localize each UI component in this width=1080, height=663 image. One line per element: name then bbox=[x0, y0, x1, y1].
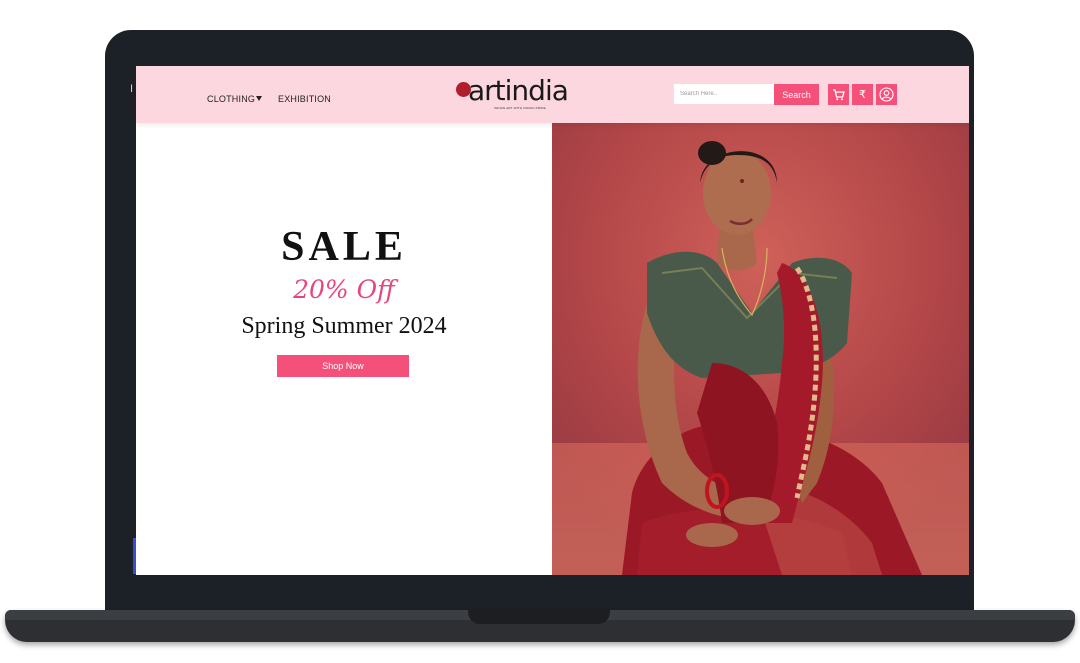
browser-screen: CLOTHING EXHIBITION artindia INDIAN ART … bbox=[136, 66, 969, 575]
sale-title: SALE bbox=[281, 224, 407, 270]
nav-clothing[interactable]: CLOTHING bbox=[207, 94, 263, 104]
hero-banner: SALE 20% Off Spring Summer 2024 Shop Now bbox=[136, 123, 552, 575]
season-text: Spring Summer 2024 bbox=[241, 313, 447, 339]
site-header: CLOTHING EXHIBITION artindia INDIAN ART … bbox=[136, 66, 969, 123]
side-marker: I bbox=[130, 83, 134, 95]
site-logo[interactable]: artindia INDIAN ART WITH INDIAN PRIDE bbox=[454, 74, 569, 114]
shop-now-button[interactable]: Shop Now bbox=[277, 355, 409, 377]
search-input[interactable] bbox=[674, 84, 782, 104]
cart-button[interactable] bbox=[828, 84, 849, 105]
model-photo-illustration bbox=[552, 123, 969, 575]
nav-clothing-label: CLOTHING bbox=[207, 94, 256, 104]
hero-model-photo bbox=[552, 123, 969, 575]
currency-button[interactable]: ₹ bbox=[852, 84, 873, 105]
discount-text: 20% Off bbox=[293, 275, 395, 304]
chevron-down-icon bbox=[256, 96, 263, 101]
search-button[interactable]: Search bbox=[774, 84, 819, 105]
logo-text: artindia bbox=[468, 74, 569, 107]
nav-exhibition[interactable]: EXHIBITION bbox=[278, 94, 331, 104]
user-icon bbox=[879, 87, 894, 102]
logo-tagline: INDIAN ART WITH INDIAN PRIDE bbox=[494, 106, 546, 110]
account-button[interactable] bbox=[876, 84, 897, 105]
rupee-icon: ₹ bbox=[859, 89, 866, 101]
cart-icon bbox=[833, 88, 845, 100]
laptop-notch bbox=[468, 610, 610, 624]
